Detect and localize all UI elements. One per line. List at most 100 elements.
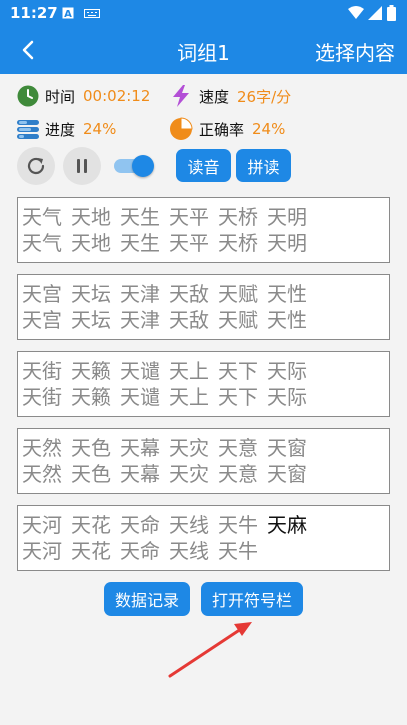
progress-value: 24%	[83, 120, 117, 138]
word-card: 天然 天色 天幕 天灾 天意 天窗 天然 天色 天幕 天灾 天意 天窗	[17, 428, 390, 494]
restart-button[interactable]	[17, 147, 55, 185]
target-word: 天明	[267, 205, 307, 229]
word-card: 天宫 天坛 天津 天敌 天赋 天性 天宫 天坛 天津 天敌 天赋 天性	[17, 274, 390, 340]
target-word: 天灾	[169, 436, 209, 460]
read-aloud-button[interactable]: 读音	[176, 149, 231, 182]
target-word: 天地	[71, 205, 111, 229]
target-line: 天河 天花 天命 天线 天牛 天麻	[22, 512, 389, 538]
target-word: 天坛	[71, 282, 111, 306]
typed-line: 天气 天地 天生 天平 天桥 天明	[22, 230, 389, 256]
open-symbol-bar-button[interactable]: 打开符号栏	[201, 582, 303, 616]
target-word: 天津	[120, 282, 160, 306]
typed-word: 天性	[267, 308, 307, 332]
target-word: 天籁	[71, 359, 111, 383]
typed-word: 天上	[169, 385, 209, 409]
toggle-knob	[132, 155, 154, 177]
accuracy-value: 24%	[252, 120, 286, 138]
typed-word: 天牛	[218, 539, 258, 563]
typed-word: 天桥	[218, 231, 258, 255]
target-line: 天气 天地 天生 天平 天桥 天明	[22, 204, 389, 230]
typed-word: 天命	[120, 539, 160, 563]
cell-signal-icon	[368, 6, 382, 20]
typed-word: 天生	[120, 231, 160, 255]
pause-button[interactable]	[63, 147, 101, 185]
target-word: 天河	[22, 513, 62, 537]
lightning-icon	[173, 85, 189, 107]
target-word: 天平	[169, 205, 209, 229]
target-word: 天幕	[120, 436, 160, 460]
app-bar: 词组1 选择内容	[0, 27, 407, 74]
speed-label: 速度	[199, 87, 230, 106]
typed-line: 天河 天花 天命 天线 天牛	[22, 538, 389, 564]
typed-word: 天宫	[22, 308, 62, 332]
typed-word: 天街	[22, 385, 62, 409]
time-stat: 时间 00:02:12	[17, 83, 150, 109]
data-record-button[interactable]: 数据记录	[104, 582, 190, 616]
target-word: 天下	[218, 359, 258, 383]
typed-word: 天灾	[169, 462, 209, 486]
typed-word: 天意	[218, 462, 258, 486]
typed-word: 天平	[169, 231, 209, 255]
typed-word: 天色	[71, 462, 111, 486]
typed-word: 天赋	[218, 308, 258, 332]
battery-icon	[387, 5, 396, 21]
typed-word: 天籁	[71, 385, 111, 409]
typed-line: 天宫 天坛 天津 天敌 天赋 天性	[22, 307, 389, 333]
accuracy-stat: 正确率 24%	[169, 116, 285, 142]
target-line: 天街 天籁 天谴 天上 天下 天际	[22, 358, 389, 384]
target-line: 天宫 天坛 天津 天敌 天赋 天性	[22, 281, 389, 307]
wifi-icon	[348, 6, 364, 19]
refresh-icon	[27, 157, 45, 175]
typed-word: 天谴	[120, 385, 160, 409]
sound-toggle[interactable]	[112, 155, 154, 177]
target-word: 天然	[22, 436, 62, 460]
target-word: 天街	[22, 359, 62, 383]
target-word: 天性	[267, 282, 307, 306]
word-card: 天街 天籁 天谴 天上 天下 天际 天街 天籁 天谴 天上 天下 天际	[17, 351, 390, 417]
current-word: 天麻	[267, 513, 307, 537]
target-word: 天命	[120, 513, 160, 537]
target-word: 天际	[267, 359, 307, 383]
typed-word: 天敌	[169, 308, 209, 332]
progress-stat: 进度 24%	[17, 116, 116, 142]
word-card: 天气 天地 天生 天平 天桥 天明 天气 天地 天生 天平 天桥 天明	[17, 197, 390, 263]
typed-line: 天然 天色 天幕 天灾 天意 天窗	[22, 461, 389, 487]
target-word: 天上	[169, 359, 209, 383]
typed-word: 天线	[169, 539, 209, 563]
target-word: 天牛	[218, 513, 258, 537]
status-time: 11:27	[10, 4, 58, 22]
typed-word: 天幕	[120, 462, 160, 486]
time-value: 00:02:12	[83, 87, 151, 105]
typed-word: 天窗	[267, 462, 307, 486]
target-word: 天色	[71, 436, 111, 460]
typed-word: 天气	[22, 231, 62, 255]
progress-bars-icon	[17, 120, 39, 139]
target-line: 天然 天色 天幕 天灾 天意 天窗	[22, 435, 389, 461]
target-word: 天生	[120, 205, 160, 229]
keyboard-icon	[84, 9, 100, 18]
target-word: 天意	[218, 436, 258, 460]
status-bar: 11:27 A	[0, 0, 407, 27]
typed-word: 天明	[267, 231, 307, 255]
clock-icon	[17, 85, 39, 107]
select-content-button[interactable]: 选择内容	[315, 37, 395, 66]
progress-label: 进度	[45, 120, 76, 139]
typed-word: 天下	[218, 385, 258, 409]
target-word: 天线	[169, 513, 209, 537]
typed-word: 天际	[267, 385, 307, 409]
target-word: 天宫	[22, 282, 62, 306]
typed-word: 天地	[71, 231, 111, 255]
pinyin-button[interactable]: 拼读	[236, 149, 291, 182]
target-word: 天桥	[218, 205, 258, 229]
target-word: 天窗	[267, 436, 307, 460]
target-word: 天花	[71, 513, 111, 537]
typed-word: 天津	[120, 308, 160, 332]
annotation-arrow-icon	[168, 622, 252, 678]
target-word: 天谴	[120, 359, 160, 383]
speed-stat: 速度 26字/分	[171, 83, 291, 109]
target-word: 天敌	[169, 282, 209, 306]
typed-word: 天花	[71, 539, 111, 563]
typed-word: 天然	[22, 462, 62, 486]
target-word: 天赋	[218, 282, 258, 306]
word-card: 天河 天花 天命 天线 天牛 天麻 天河 天花 天命 天线 天牛	[17, 505, 390, 571]
